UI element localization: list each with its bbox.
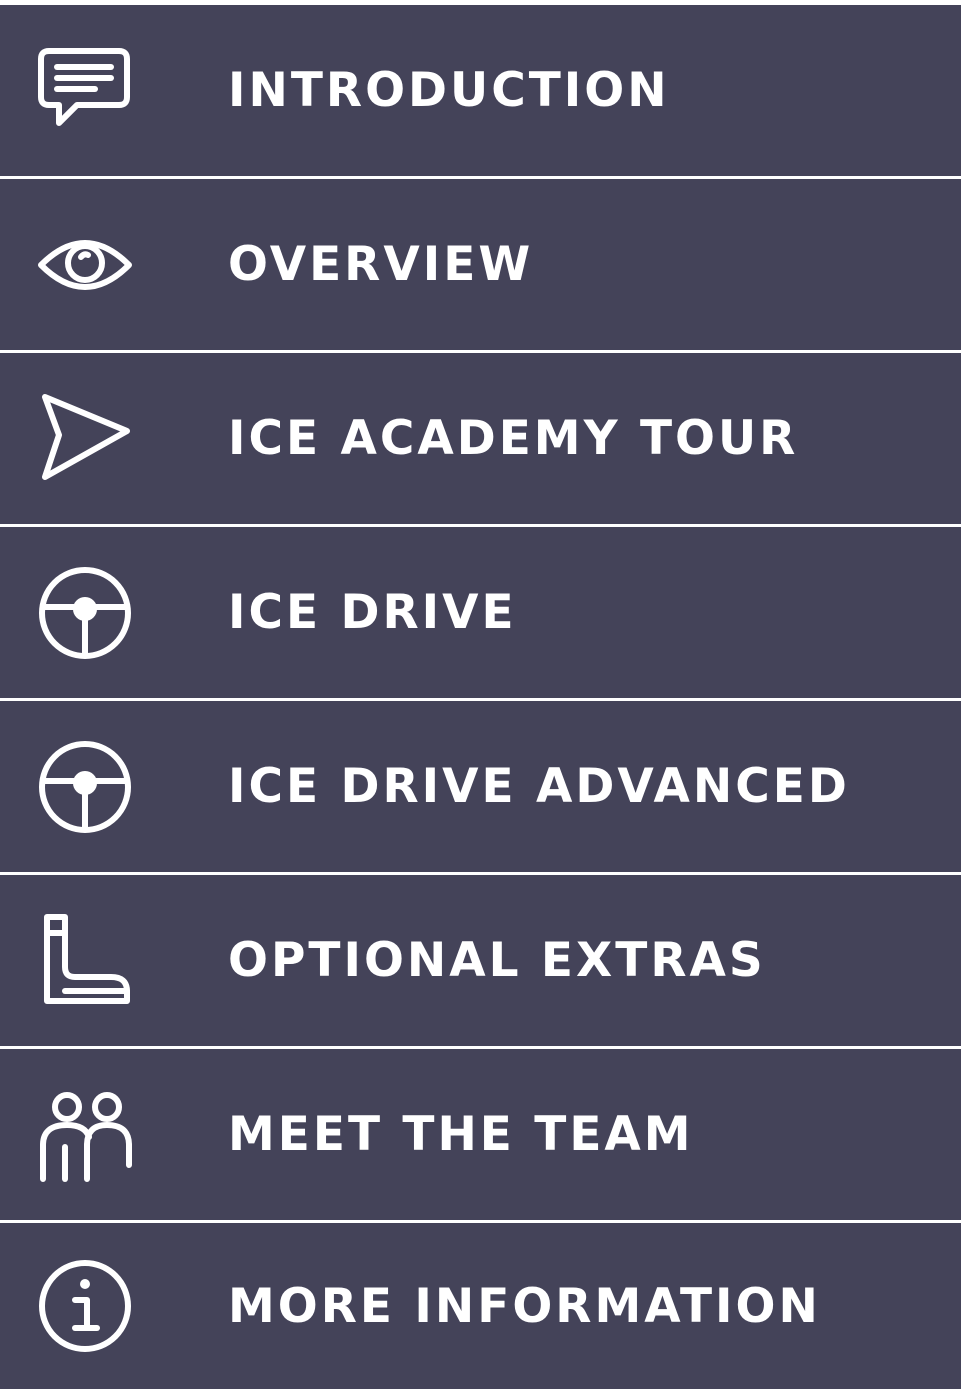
- menu-item-label: INTRODUCTION: [228, 63, 670, 118]
- menu-item-label: OPTIONAL EXTRAS: [228, 933, 766, 988]
- menu-item-label: ICE DRIVE: [228, 585, 517, 640]
- steering-wheel-icon: [35, 563, 135, 663]
- people-icon: [35, 1085, 135, 1185]
- navigation-arrow-icon: [35, 389, 135, 489]
- speech-bubble-icon: [35, 41, 135, 141]
- menu-item-label: ICE ACADEMY TOUR: [228, 411, 799, 466]
- menu-item-label: OVERVIEW: [228, 237, 534, 292]
- menu-item-label: MORE INFORMATION: [228, 1278, 821, 1334]
- menu-item-label: ICE DRIVE ADVANCED: [228, 759, 850, 814]
- menu-item-overview[interactable]: OVERVIEW: [0, 179, 961, 350]
- menu-item-more-information[interactable]: MORE INFORMATION: [0, 1223, 961, 1389]
- boot-icon: [35, 911, 135, 1011]
- main-menu: INTRODUCTION OVERVIEW ICE ACADEMY TOUR I…: [0, 0, 961, 1394]
- menu-item-meet-the-team[interactable]: MEET THE TEAM: [0, 1049, 961, 1220]
- menu-item-introduction[interactable]: INTRODUCTION: [0, 5, 961, 176]
- menu-item-ice-drive-advanced[interactable]: ICE DRIVE ADVANCED: [0, 701, 961, 872]
- eye-icon: [35, 215, 135, 315]
- menu-item-ice-academy-tour[interactable]: ICE ACADEMY TOUR: [0, 353, 961, 524]
- menu-item-optional-extras[interactable]: OPTIONAL EXTRAS: [0, 875, 961, 1046]
- steering-wheel-icon: [35, 737, 135, 837]
- menu-item-label: MEET THE TEAM: [228, 1107, 694, 1162]
- menu-item-ice-drive[interactable]: ICE DRIVE: [0, 527, 961, 698]
- info-icon: [35, 1256, 135, 1356]
